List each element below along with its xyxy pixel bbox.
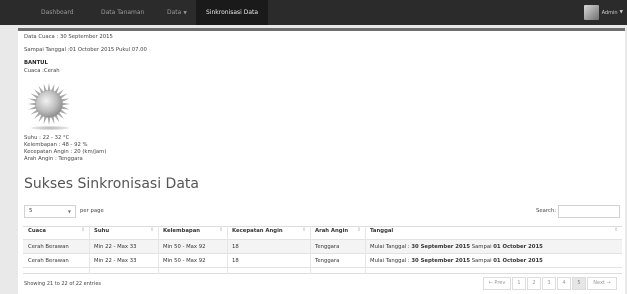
tanggal-end: 01 October 2015 <box>493 258 543 264</box>
search-input[interactable] <box>558 205 620 218</box>
per-page-label: per page <box>80 208 104 214</box>
top-navbar: Dashboard Data Tanaman Data ▼ Sinkronisas… <box>0 0 627 25</box>
per-page-select[interactable]: 5 ▼ <box>24 205 76 218</box>
cell-arah-angin: Tenggara <box>315 244 340 250</box>
chevron-down-icon: ▼ <box>183 11 187 16</box>
sun-shadow <box>31 126 69 130</box>
cell-kecepatan-angin: 18 <box>232 258 239 264</box>
tanggal-end: 01 October 2015 <box>493 244 543 250</box>
cell-arah-angin: Tenggara <box>315 258 340 264</box>
sort-icon[interactable]: ⇕ <box>302 227 306 233</box>
cell-kecepatan-angin: 18 <box>232 244 239 250</box>
tanggal-start: 30 September 2015 <box>411 244 471 250</box>
cell-tanggal: Mulai Tanggal : 30 September 2015 Sampai… <box>370 258 543 264</box>
nav-data-tanaman[interactable]: Data Tanaman <box>101 0 144 25</box>
page-title: Sukses Sinkronisasi Data <box>24 176 199 192</box>
column-divider <box>227 226 228 274</box>
tanggal-prefix: Mulai Tanggal : <box>370 258 412 264</box>
tanggal-sampai: Sampai <box>470 244 494 250</box>
cell-kelembapan: Min 50 - Max 92 <box>163 244 206 250</box>
nav-sinkronisasi-data[interactable]: Sinkronisasi Data <box>196 0 269 25</box>
pagination-page-3[interactable]: 3 <box>542 277 556 290</box>
sun-weather-icon <box>28 83 70 125</box>
pagination-page-5[interactable]: 5 <box>572 277 586 290</box>
tanggal-sampai: Sampai <box>470 258 494 264</box>
location-title: BANTUL <box>24 60 48 66</box>
tanggal-start: 30 September 2015 <box>411 258 471 264</box>
header-kelembapan[interactable]: Kelembapan <box>163 228 200 234</box>
nav-data-dropdown[interactable]: Data ▼ <box>167 0 187 25</box>
cell-cuaca: Cerah Berawan <box>28 244 69 250</box>
sort-icon[interactable]: ⇕ <box>357 227 361 233</box>
sun-ray <box>28 102 37 106</box>
column-divider <box>89 226 90 274</box>
sun-ray <box>47 116 51 125</box>
showing-entries-text: Showing 21 to 22 of 22 entries <box>24 281 102 287</box>
cell-cuaca: Cerah Berawan <box>28 258 69 264</box>
arah-angin-text: Arah Angin : Tenggara <box>24 156 83 162</box>
chevron-down-icon: ▼ <box>619 10 623 15</box>
data-cuaca-text: Data Cuaca : 30 September 2015 <box>24 34 113 40</box>
cell-kelembapan: Min 50 - Max 92 <box>163 258 206 264</box>
cell-suhu: Min 22 - Max 33 <box>94 244 137 250</box>
avatar <box>583 5 599 20</box>
pagination-page-2[interactable]: 2 <box>527 277 541 290</box>
pagination-page-4[interactable]: 4 <box>557 277 571 290</box>
header-suhu[interactable]: Suhu <box>94 228 109 234</box>
user-menu[interactable]: Admin ▼ <box>583 4 623 21</box>
nav-dashboard[interactable]: Dashboard <box>41 0 74 25</box>
chevron-down-icon: ▼ <box>67 209 71 214</box>
user-name: Admin <box>601 9 618 16</box>
row-divider <box>23 267 622 268</box>
kecepatan-angin-text: Kecepatan Angin : 20 (km/jam) <box>24 149 107 155</box>
header-arah-angin[interactable]: Arah Angin <box>315 228 348 234</box>
column-divider <box>310 226 311 274</box>
sort-icon[interactable]: ⇕ <box>219 227 223 233</box>
cell-tanggal: Mulai Tanggal : 30 September 2015 Sampai… <box>370 244 543 250</box>
sun-ray <box>61 102 70 106</box>
header-tanggal[interactable]: Tanggal <box>370 228 393 234</box>
search-label: Search: <box>536 208 556 214</box>
cuaca-text: Cuaca :Cerah <box>24 68 60 74</box>
sort-icon[interactable]: ⇕ <box>614 227 618 233</box>
pagination-next[interactable]: Next → <box>587 277 617 290</box>
sort-icon[interactable]: ⇕ <box>150 227 154 233</box>
row-divider <box>23 253 622 254</box>
header-kecepatan-angin[interactable]: Kecepatan Angin <box>232 228 283 234</box>
sampai-tanggal-text: Sampai Tanggal :01 October 2015 Pukul 07… <box>24 47 147 53</box>
sun-ray <box>47 83 51 92</box>
cell-suhu: Min 22 - Max 33 <box>94 258 137 264</box>
pagination-prev[interactable]: ← Prev <box>483 277 511 290</box>
sort-icon[interactable]: ⇕ <box>81 227 85 233</box>
header-divider <box>23 239 622 240</box>
nav-data-label: Data <box>167 9 182 16</box>
tanggal-prefix: Mulai Tanggal : <box>370 244 412 250</box>
column-divider <box>158 226 159 274</box>
column-divider <box>365 226 366 274</box>
kelembapan-text: Kelembapan : 48 - 92 % <box>24 142 88 148</box>
panel-top-border <box>18 28 625 31</box>
pagination-page-1[interactable]: 1 <box>512 277 526 290</box>
per-page-value: 5 <box>29 208 33 214</box>
suhu-text: Suhu : 22 - 32 °C <box>24 135 70 141</box>
header-cuaca[interactable]: Cuaca <box>28 228 46 234</box>
